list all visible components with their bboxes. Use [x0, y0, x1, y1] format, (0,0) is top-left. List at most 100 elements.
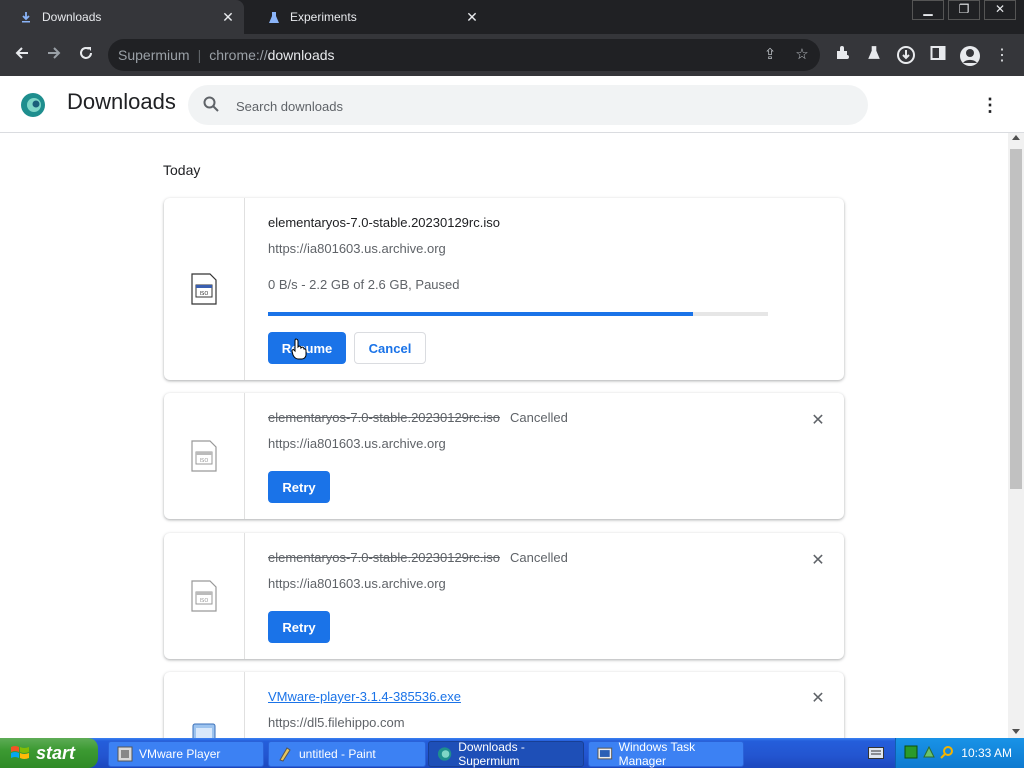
downloads-progress-icon[interactable]	[895, 45, 917, 67]
download-item: ISO elementaryos-7.0-stable.20230129rc.i…	[164, 533, 844, 659]
page-title: Downloads	[67, 89, 176, 114]
supermium-logo-icon	[20, 92, 46, 118]
resume-button[interactable]: Resume	[268, 332, 346, 364]
download-progress-bar	[268, 312, 768, 316]
back-arrow-icon	[15, 47, 28, 59]
supermium-icon	[437, 747, 452, 761]
paint-icon	[279, 747, 291, 762]
download-item: ISO elementaryos-7.0-stable.20230129rc.i…	[164, 198, 844, 380]
taskbar-item-label: Windows Task Manager	[618, 740, 696, 768]
browser-toolbar: Supermium | chrome://downloads ⇪ ☆ ⋮	[0, 34, 1024, 76]
scroll-down-arrow-icon[interactable]	[1012, 729, 1020, 734]
taskbar-item-task-manager[interactable]: Windows Task Manager	[588, 740, 744, 768]
restore-button[interactable]: ❐	[948, 0, 980, 20]
download-filename: elementaryos-7.0-stable.20230129rc.iso	[268, 550, 500, 565]
taskbar-clock: 10:33 AM	[961, 746, 1012, 760]
download-item: ISO elementaryos-7.0-stable.20230129rc.i…	[164, 393, 844, 519]
browser-menu-icon[interactable]: ⋮	[991, 45, 1013, 67]
hand-cursor-icon	[291, 338, 307, 360]
download-source-url[interactable]: https://ia801603.us.archive.org	[268, 436, 446, 451]
download-filename[interactable]: elementaryos-7.0-stable.20230129rc.iso	[268, 215, 500, 230]
windows-taskbar: start VMware Player untitled - Paint Dow…	[0, 738, 1024, 768]
share-icon[interactable]: ⇪	[760, 45, 780, 65]
forward-button[interactable]	[42, 43, 66, 67]
search-box	[188, 85, 868, 125]
iso-file-icon: ISO	[191, 440, 217, 472]
start-button[interactable]: start	[0, 738, 98, 768]
downloads-header: Downloads ⋮	[0, 76, 1024, 133]
taskbar-item-label: Downloads - Supermium	[458, 740, 525, 768]
page-scrollbar[interactable]	[1008, 133, 1024, 738]
browser-brand-label: Supermium	[118, 47, 190, 63]
download-progress-text: 0 B/s - 2.2 GB of 2.6 GB, Paused	[268, 277, 460, 292]
taskbar-item-supermium[interactable]: Downloads - Supermium	[428, 740, 584, 768]
reload-button[interactable]	[74, 43, 98, 67]
download-source-url[interactable]: https://dl5.filehippo.com	[268, 715, 405, 730]
tab-experiments[interactable]: Experiments ✕	[248, 0, 488, 34]
scroll-up-arrow-icon[interactable]	[1012, 135, 1020, 140]
file-icon-column	[164, 672, 245, 738]
address-url: chrome://downloads	[209, 47, 334, 63]
windows-flag-icon	[11, 746, 29, 759]
download-item: VMware-player-3.1.4-385536.exe https://d…	[164, 672, 844, 738]
taskbar-item-vmware[interactable]: VMware Player	[108, 741, 264, 767]
download-progress-fill	[268, 312, 693, 316]
remove-from-list-icon[interactable]: ✕	[810, 553, 826, 569]
retry-button[interactable]: Retry	[268, 611, 330, 643]
cancel-button[interactable]: Cancel	[354, 332, 426, 364]
forward-arrow-icon	[48, 47, 61, 59]
minimize-button[interactable]: ▁	[912, 0, 944, 20]
magnifier-tray-icon[interactable]	[940, 745, 954, 759]
svg-text:ISO: ISO	[200, 598, 209, 604]
green-tray-icon[interactable]	[904, 745, 918, 759]
taskbar-item-label: untitled - Paint	[299, 747, 376, 761]
download-source-url[interactable]: https://ia801603.us.archive.org	[268, 241, 446, 256]
retry-button[interactable]: Retry	[268, 471, 330, 503]
back-button[interactable]	[10, 43, 34, 67]
bookmark-star-icon[interactable]: ☆	[792, 45, 812, 65]
download-source-url[interactable]: https://ia801603.us.archive.org	[268, 576, 446, 591]
tab-title: Downloads	[42, 10, 102, 24]
file-icon-column: ISO	[164, 393, 245, 519]
keyboard-icon[interactable]	[868, 747, 884, 759]
tab-strip: Downloads ✕ Experiments ✕ ▁ ❐ ✕	[0, 0, 1024, 34]
taskbar-item-label: VMware Player	[139, 747, 221, 761]
side-panel-icon[interactable]	[927, 45, 949, 67]
search-icon	[202, 95, 222, 115]
installer-file-icon	[192, 723, 216, 738]
taskbar-item-paint[interactable]: untitled - Paint	[268, 741, 426, 767]
window-controls: ▁ ❐ ✕	[908, 0, 1016, 20]
close-tab-icon[interactable]: ✕	[220, 9, 236, 25]
start-label: start	[36, 742, 76, 763]
system-tray: 10:33 AM	[895, 738, 1024, 768]
file-icon-column: ISO	[164, 198, 245, 380]
more-actions-icon[interactable]: ⋮	[978, 95, 1002, 119]
iso-file-icon: ISO	[191, 273, 217, 305]
url-host: downloads	[267, 47, 335, 63]
remove-from-list-icon[interactable]: ✕	[810, 691, 826, 707]
svg-text:ISO: ISO	[200, 291, 209, 297]
svg-text:ISO: ISO	[200, 458, 209, 464]
download-icon	[18, 9, 34, 25]
close-tab-icon[interactable]: ✕	[464, 9, 480, 25]
download-status: Cancelled	[510, 410, 568, 425]
extensions-icon[interactable]	[831, 45, 853, 67]
address-bar[interactable]: Supermium | chrome://downloads ⇪ ☆	[108, 39, 820, 71]
scrollbar-thumb[interactable]	[1010, 149, 1022, 489]
remove-from-list-icon[interactable]: ✕	[810, 413, 826, 429]
network-tray-icon[interactable]	[922, 745, 936, 759]
close-window-button[interactable]: ✕	[984, 0, 1016, 20]
address-separator: |	[197, 47, 202, 63]
labs-flask-icon[interactable]	[863, 45, 885, 67]
file-icon-column: ISO	[164, 533, 245, 659]
date-section-label: Today	[163, 162, 201, 178]
tab-title: Experiments	[290, 10, 357, 24]
download-filename-link[interactable]: VMware-player-3.1.4-385536.exe	[268, 689, 461, 704]
flask-icon	[266, 9, 282, 25]
search-input[interactable]	[234, 93, 838, 119]
url-scheme: chrome://	[209, 47, 268, 63]
tab-downloads[interactable]: Downloads ✕	[0, 0, 244, 34]
download-status: Cancelled	[510, 550, 568, 565]
vmware-icon	[117, 746, 133, 762]
profile-avatar-icon[interactable]	[959, 45, 981, 67]
